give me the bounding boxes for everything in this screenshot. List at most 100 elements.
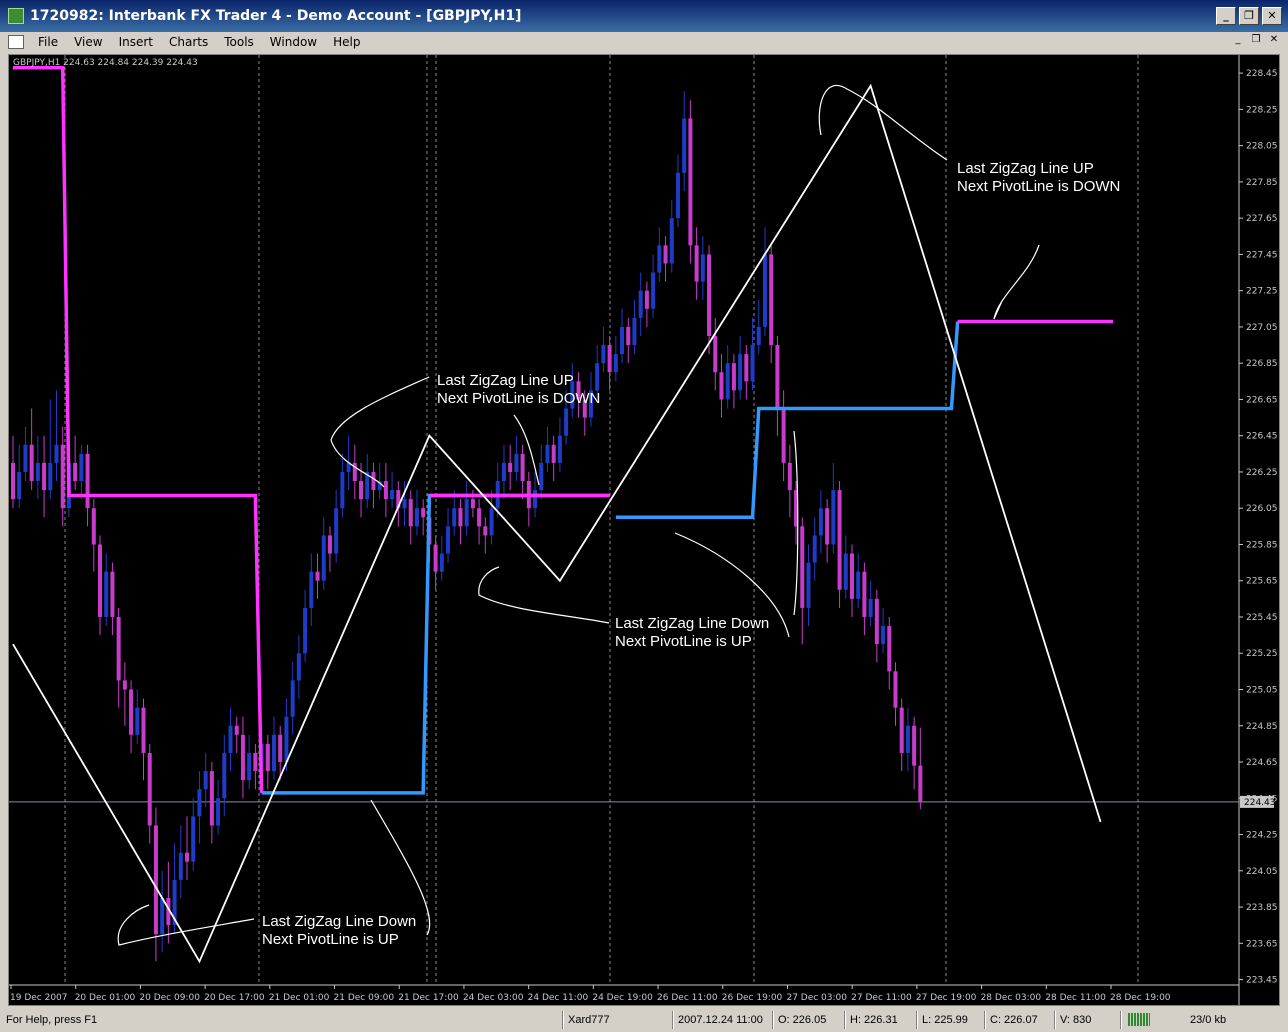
candle-body-29 (191, 816, 196, 862)
candle-body-136 (856, 571, 861, 599)
menu-bar: File View Insert Charts Tools Window Hel… (0, 32, 1288, 52)
status-datetime: 2007.12.24 11:00 (678, 1014, 763, 1026)
mdi-minimize-button[interactable]: _ (1230, 34, 1246, 48)
price-tick-label-23: 223.85 (1246, 903, 1278, 913)
candle-body-123 (775, 345, 780, 409)
candle-body-60 (383, 481, 388, 500)
time-tick-label-7: 24 Dec 03:00 (463, 993, 524, 1003)
candle-body-65 (414, 508, 419, 527)
price-tick-label-12: 226.05 (1246, 504, 1278, 514)
candle-body-95 (601, 345, 606, 364)
candle-body-43 (278, 734, 283, 763)
price-tick-label-16: 225.25 (1246, 649, 1278, 659)
candle-body-36 (234, 725, 239, 735)
candle-body-38 (247, 752, 252, 781)
status-volume: V: 830 (1060, 1014, 1092, 1026)
chart-canvas[interactable]: 228.45 228.25 228.05 227.85 227.65 227.45 227.… (9, 55, 1279, 1005)
price-tick-label-8: 226.85 (1246, 359, 1278, 369)
candle-body-32 (209, 771, 214, 826)
candle-body-30 (197, 789, 202, 817)
time-tick-label-3: 20 Dec 17:00 (204, 993, 265, 1003)
menu-view[interactable]: View (66, 35, 110, 49)
candle-body-134 (843, 553, 848, 590)
candle-body-16 (110, 571, 115, 617)
candle-body-80 (508, 462, 513, 472)
price-tick-label-6: 227.25 (1246, 287, 1278, 297)
candle-body-23 (153, 825, 158, 935)
price-chart[interactable]: 228.45 228.25 228.05 227.85 227.65 227.45 227.… (8, 54, 1280, 1006)
price-tick-label-11: 226.25 (1246, 468, 1278, 478)
candle-body-131 (825, 508, 830, 545)
candle-body-121 (762, 254, 767, 327)
close-button[interactable]: ✕ (1262, 7, 1282, 25)
candle-body-100 (632, 317, 637, 346)
candle-body-138 (868, 598, 873, 617)
candle-body-109 (688, 118, 693, 246)
candle-body-42 (272, 734, 277, 772)
minimize-button[interactable]: _ (1216, 7, 1236, 25)
status-traffic: 23/0 kb (1190, 1014, 1227, 1026)
menu-window[interactable]: Window (262, 35, 325, 49)
candle-body-119 (750, 345, 755, 382)
candle-body-101 (638, 290, 643, 318)
status-bar: For Help, press F1 Xard777 2007.12.24 11… (0, 1008, 1288, 1032)
price-tick-label-10: 226.45 (1246, 432, 1278, 442)
candle-body-70 (446, 526, 451, 554)
annotation-arrow-4 (478, 566, 610, 624)
candle-body-139 (874, 598, 879, 645)
candle-body-2 (23, 444, 28, 472)
price-tick-label-17: 225.05 (1246, 686, 1278, 696)
candle-body-106 (669, 218, 674, 264)
candle-body-48 (309, 571, 314, 608)
candle-body-108 (682, 118, 687, 173)
chart-window-icon[interactable] (8, 35, 24, 49)
mdi-close-button[interactable]: ✕ (1266, 34, 1282, 48)
candle-body-5 (42, 462, 47, 491)
status-high: H: 226.31 (850, 1014, 898, 1026)
candle-body-97 (613, 354, 618, 373)
pivot-line-up-3 (615, 321, 960, 520)
candle-body-144 (905, 725, 910, 753)
candle-body-122 (769, 254, 774, 346)
candle-body-47 (303, 607, 308, 654)
status-help: For Help, press F1 (6, 1014, 98, 1026)
time-tick-label-16: 28 Dec 11:00 (1045, 993, 1106, 1003)
menu-help[interactable]: Help (325, 35, 368, 49)
price-tick-label-7: 227.05 (1246, 323, 1278, 333)
status-low: L: 225.99 (922, 1014, 968, 1026)
maximize-button[interactable]: ❐ (1239, 7, 1259, 25)
candle-body-124 (781, 408, 786, 463)
time-tick-label-8: 24 Dec 11:00 (528, 993, 589, 1003)
candle-body-13 (91, 508, 96, 545)
candle-body-10 (73, 462, 78, 482)
status-close: C: 226.07 (990, 1014, 1038, 1026)
candle-body-4 (35, 462, 40, 482)
time-tick-label-1: 20 Dec 01:00 (75, 993, 136, 1003)
candle-body-75 (477, 508, 482, 527)
menu-tools[interactable]: Tools (216, 35, 262, 49)
time-tick-label-9: 24 Dec 19:00 (592, 993, 653, 1003)
candle-body-103 (651, 272, 656, 309)
candle-body-115 (725, 363, 730, 400)
candle-body-51 (327, 535, 332, 554)
candle-body-18 (122, 680, 127, 690)
candle-body-140 (881, 626, 886, 645)
annotation-line1-2: Last ZigZag Line Down (615, 615, 769, 632)
candle-body-7 (54, 444, 59, 463)
candle-body-98 (620, 326, 625, 355)
candle-body-146 (918, 765, 923, 802)
menu-insert[interactable]: Insert (111, 35, 161, 49)
title-bar: 1720982: Interbank FX Trader 4 - Demo Ac… (0, 0, 1288, 32)
candle-body-145 (912, 725, 917, 766)
mdi-restore-button[interactable]: ❐ (1248, 34, 1264, 48)
menu-file[interactable]: File (30, 35, 66, 49)
menu-charts[interactable]: Charts (161, 35, 216, 49)
price-tick-label-9: 226.65 (1246, 395, 1278, 405)
candle-body-8 (60, 444, 65, 509)
candle-body-107 (675, 172, 680, 219)
candle-body-11 (79, 453, 84, 482)
candle-body-84 (533, 490, 538, 509)
time-tick-label-15: 28 Dec 03:00 (981, 993, 1042, 1003)
time-tick-label-11: 26 Dec 19:00 (722, 993, 783, 1003)
candle-body-52 (334, 508, 339, 554)
